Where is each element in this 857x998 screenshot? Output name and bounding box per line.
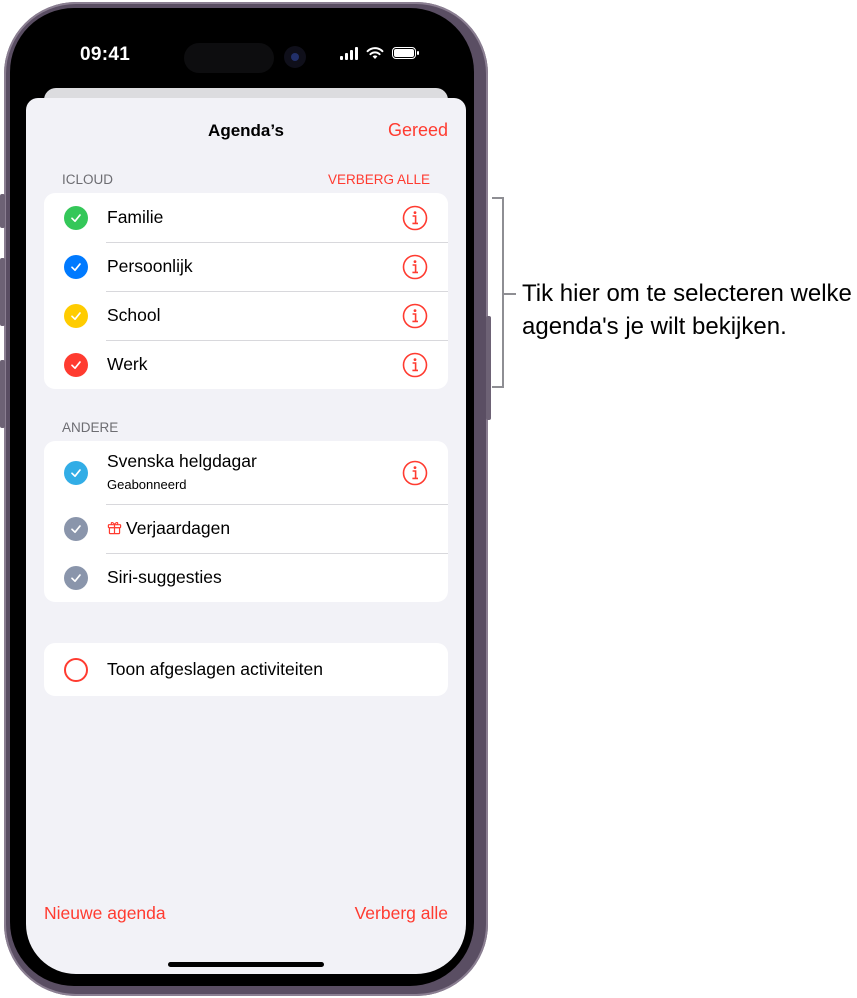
- done-button[interactable]: Gereed: [388, 120, 448, 141]
- power-button: [486, 316, 491, 420]
- dynamic-island: [184, 43, 274, 73]
- calendar-row-werk[interactable]: Werk: [44, 340, 448, 389]
- declined-events-row[interactable]: Toon afgeslagen activiteiten: [44, 643, 448, 696]
- calendar-label: Familie: [107, 207, 164, 227]
- calendar-row-svenska-helgdagar[interactable]: Svenska helgdagar Geabonneerd: [44, 441, 448, 504]
- calendars-sheet: Agenda’s Gereed ICLOUD VERBERG ALLE Fami…: [26, 98, 466, 974]
- check-icon[interactable]: [64, 205, 88, 230]
- info-icon[interactable]: [402, 254, 428, 280]
- declined-events-group: Toon afgeslagen activiteiten: [44, 643, 448, 696]
- hide-all-icloud-button[interactable]: VERBERG ALLE: [328, 172, 430, 187]
- section-header-andere: ANDERE: [62, 420, 119, 435]
- status-bar: 09:41: [26, 24, 466, 84]
- calendar-row-verjaardagen[interactable]: Verjaardagen: [44, 504, 448, 553]
- volume-up-button: [0, 258, 5, 326]
- calendar-row-persoonlijk[interactable]: Persoonlijk: [44, 242, 448, 291]
- status-icons: [340, 46, 419, 60]
- calendar-row-siri-suggesties[interactable]: Siri-suggesties: [44, 553, 448, 602]
- calendar-label: Svenska helgdagar: [107, 451, 257, 471]
- phone-screen: 09:41 Agenda’s Gereed ICLOUD VERBERG ALL…: [26, 24, 466, 974]
- volume-down-button: [0, 360, 5, 428]
- new-calendar-button[interactable]: Nieuwe agenda: [44, 903, 166, 924]
- calendar-row-familie[interactable]: Familie: [44, 193, 448, 242]
- home-indicator[interactable]: [168, 962, 324, 967]
- info-icon[interactable]: [402, 352, 428, 378]
- callout-text: Tik hier om te selecteren welke agenda's…: [522, 280, 852, 340]
- callout-line: [504, 293, 516, 295]
- calendar-label: Persoonlijk: [107, 256, 193, 276]
- info-icon[interactable]: [402, 205, 428, 231]
- battery-icon: [392, 47, 419, 59]
- status-time: 09:41: [80, 44, 131, 65]
- check-icon[interactable]: [64, 565, 88, 590]
- gift-icon: [107, 522, 122, 535]
- section-header-icloud: ICLOUD: [62, 172, 114, 187]
- action-button: [0, 194, 5, 228]
- calendar-label-wrap: Verjaardagen: [107, 518, 230, 539]
- check-icon[interactable]: [64, 516, 88, 541]
- unchecked-circle-icon[interactable]: [64, 657, 88, 682]
- other-calendar-list: Svenska helgdagar Geabonneerd Verjaardag…: [44, 441, 448, 602]
- hide-all-button[interactable]: Verberg alle: [355, 903, 448, 924]
- callout-bracket: [492, 197, 504, 388]
- info-icon[interactable]: [402, 460, 428, 486]
- check-icon[interactable]: [64, 254, 88, 279]
- check-icon[interactable]: [64, 303, 88, 328]
- calendar-row-school[interactable]: School: [44, 291, 448, 340]
- calendar-label: Siri-suggesties: [107, 567, 222, 587]
- calendar-label: Werk: [107, 354, 148, 374]
- declined-events-label: Toon afgeslagen activiteiten: [107, 659, 323, 679]
- calendar-label: School: [107, 305, 161, 325]
- info-icon[interactable]: [402, 303, 428, 329]
- check-icon[interactable]: [64, 460, 88, 485]
- wifi-icon: [366, 47, 384, 59]
- calendar-label: Verjaardagen: [126, 518, 231, 538]
- check-icon[interactable]: [64, 352, 88, 377]
- camera-icon: [284, 46, 306, 68]
- cellular-signal-icon: [340, 46, 358, 60]
- calendar-sublabel: Geabonneerd: [107, 477, 187, 492]
- icloud-calendar-list: Familie Persoonlijk School Werk: [44, 193, 448, 389]
